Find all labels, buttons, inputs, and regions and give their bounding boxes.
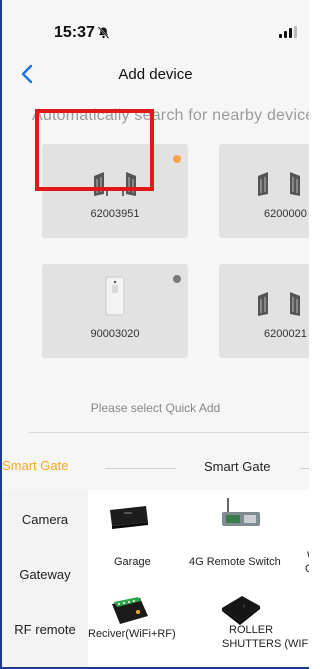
page-title: Add device xyxy=(118,66,193,83)
app-screen: 15:37 Add device Automatically search fo… xyxy=(0,0,309,669)
category-gateway[interactable]: Gateway xyxy=(2,567,88,582)
category-sidebar: Camera Gateway RF remote xyxy=(2,490,88,667)
section-title: Smart Gate xyxy=(204,459,271,474)
section-rule-left xyxy=(105,468,176,469)
wifi-rf-receiver-icon[interactable] xyxy=(108,594,152,628)
garage-controller-icon[interactable] xyxy=(106,502,150,530)
device-card[interactable]: 6200000 xyxy=(219,144,309,238)
status-bar: 15:37 xyxy=(2,0,309,60)
device-id: 62003951 xyxy=(90,208,140,220)
remote-icon xyxy=(105,276,125,316)
product-label[interactable]: SHUTTERS (WIFI) xyxy=(222,638,309,650)
category-camera[interactable]: Camera xyxy=(2,512,88,527)
cellular-signal-icon xyxy=(279,26,297,38)
product-label[interactable]: 4G Remote Switch xyxy=(189,556,281,568)
status-time: 15:37 xyxy=(54,24,95,41)
device-card[interactable]: 90003020 xyxy=(42,264,188,358)
device-card[interactable]: 6200021 xyxy=(219,264,309,358)
quick-add-label: Please select Quick Add xyxy=(90,401,221,415)
device-id: 6200000 xyxy=(264,208,307,220)
product-label[interactable]: Garage xyxy=(114,556,151,568)
product-grid: Garage 4G Remote Switch W Co Reciver(WiF… xyxy=(88,490,309,667)
product-label-partial[interactable]: W xyxy=(307,550,309,562)
product-label[interactable]: Reciver(WiFi+RF) xyxy=(88,628,176,640)
bell-muted-icon xyxy=(97,26,110,42)
category-smart-gate[interactable]: Smart Gate xyxy=(2,458,68,473)
device-id: 6200021 xyxy=(264,328,307,340)
divider xyxy=(28,432,309,433)
4g-remote-switch-icon[interactable] xyxy=(218,496,264,532)
category-rf-remote[interactable]: RF remote xyxy=(2,622,88,637)
gate-icon xyxy=(258,292,300,316)
status-dot xyxy=(173,275,181,283)
roller-controller-icon[interactable] xyxy=(218,592,264,628)
nav-bar: Add device xyxy=(2,60,309,90)
section-rule-right xyxy=(300,468,309,469)
product-label-partial[interactable]: Co xyxy=(305,563,309,575)
gate-icon xyxy=(258,172,300,196)
device-id: 90003020 xyxy=(90,328,140,340)
status-dot xyxy=(173,155,181,163)
product-label[interactable]: ROLLER xyxy=(229,624,273,636)
highlight-box xyxy=(35,109,154,191)
